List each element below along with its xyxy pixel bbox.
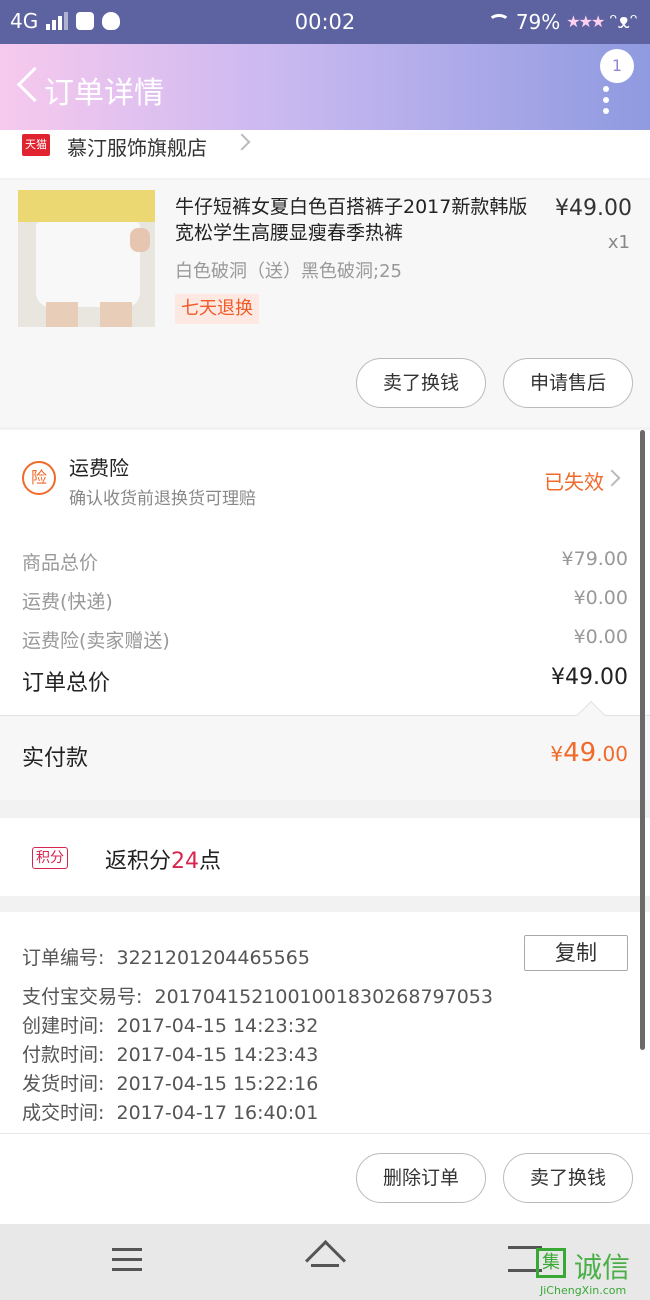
summary-row: 商品总价 ¥79.00: [22, 548, 628, 575]
product-title[interactable]: 牛仔短裤女夏白色百搭裤子2017新款韩版宽松学生高腰显瘦春季热裤: [175, 194, 535, 246]
info-label: 支付宝交易号:: [22, 986, 143, 1008]
paid-amount: ¥49.00: [550, 738, 628, 768]
summary-label: 运费(快递): [22, 591, 113, 613]
points-row: 积分 返积分24点: [0, 818, 650, 896]
return-policy-tag: 七天退换: [175, 294, 259, 324]
shipped-time-row: 发货时间: 2017-04-15 15:22:16: [22, 1069, 318, 1096]
status-bar: 4G 00:02 79% ★★★ ᵔᴥᵔ: [0, 0, 650, 44]
insurance-title: 运费险: [69, 456, 129, 480]
summary-value: ¥0.00: [573, 587, 628, 609]
sell-button[interactable]: 卖了换钱: [356, 358, 486, 408]
watermark-url: JiChengXin.com: [540, 1284, 627, 1297]
scrollbar[interactable]: [640, 430, 645, 1050]
divider: [0, 715, 650, 716]
product-price: ¥49.00: [555, 196, 632, 221]
summary-value: ¥0.00: [573, 626, 628, 648]
info-label: 成交时间:: [22, 1102, 105, 1124]
page-header: 订单详情: [0, 44, 650, 130]
summary-label: 运费险(卖家赠送): [22, 630, 170, 652]
sell-button[interactable]: 卖了换钱: [503, 1153, 633, 1203]
summary-row: 运费险(卖家赠送) ¥0.00: [22, 626, 628, 653]
order-total-label: 订单总价: [22, 671, 111, 696]
shop-name: 慕汀服饰旗舰店: [67, 136, 207, 160]
watermark: 集 诚信 JiChengXin.com: [536, 1248, 646, 1298]
after-sale-button[interactable]: 申请售后: [503, 358, 633, 408]
product-sku: 白色破洞（送）黑色破洞;25: [175, 261, 402, 282]
watermark-text: 诚信: [574, 1251, 631, 1284]
copy-button[interactable]: 复制: [524, 935, 628, 971]
more-menu-icon[interactable]: [603, 86, 609, 116]
shipping-insurance-row[interactable]: 险 运费险 确认收货前退换货可理赔 已失效: [0, 430, 650, 530]
insurance-icon: 险: [22, 461, 56, 495]
alipay-trade-row: 支付宝交易号: 2017041521001001830268797053: [22, 982, 493, 1009]
info-label: 发货时间:: [22, 1073, 105, 1095]
info-label: 订单编号:: [22, 947, 105, 969]
order-actions: 删除订单 卖了换钱: [0, 1134, 650, 1224]
points-text: 返积分24点: [105, 849, 222, 874]
wifi-icon: [487, 13, 510, 30]
paid-amount-row: 实付款 ¥49.00: [0, 716, 650, 800]
shop-row[interactable]: 天猫 慕汀服饰旗舰店: [0, 130, 650, 178]
delete-order-button[interactable]: 删除订单: [356, 1153, 486, 1203]
summary-value: ¥79.00: [561, 548, 628, 570]
bunny-icon: ᵔᴥᵔ: [609, 9, 638, 33]
insurance-subtitle: 确认收货前退换货可理赔: [69, 489, 256, 509]
product-card: 牛仔短裤女夏白色百搭裤子2017新款韩版宽松学生高腰显瘦春季热裤 ¥49.00 …: [0, 180, 650, 427]
info-label: 付款时间:: [22, 1044, 105, 1066]
order-info: 订单编号: 3221201204465565 复制 支付宝交易号: 201704…: [0, 912, 650, 1134]
message-badge[interactable]: 1: [600, 49, 634, 83]
product-quantity: x1: [607, 232, 630, 253]
order-total-value: ¥49.00: [551, 665, 628, 690]
order-number-row: 订单编号: 3221201204465565: [22, 943, 310, 970]
info-value: 2017041521001001830268797053: [154, 986, 493, 1008]
created-time-row: 创建时间: 2017-04-15 14:23:32: [22, 1011, 318, 1038]
home-icon[interactable]: [305, 1244, 345, 1274]
watermark-logo: 集: [536, 1248, 566, 1278]
menu-icon[interactable]: [112, 1248, 142, 1272]
product-image[interactable]: [18, 190, 155, 327]
order-number: 3221201204465565: [116, 947, 310, 969]
info-value: 2017-04-15 14:23:32: [116, 1015, 319, 1037]
info-label: 创建时间:: [22, 1015, 105, 1037]
battery-stars-icon: ★★★: [566, 12, 605, 31]
info-value: 2017-04-15 14:23:43: [116, 1044, 319, 1066]
price-summary: 商品总价 ¥79.00 运费(快递) ¥0.00 运费险(卖家赠送) ¥0.00…: [0, 530, 650, 716]
points-tag: 积分: [32, 847, 68, 869]
completed-time-row: 成交时间: 2017-04-17 16:40:01: [22, 1098, 318, 1125]
page-title: 订单详情: [44, 76, 164, 111]
insurance-status: 已失效: [544, 470, 604, 494]
info-value: 2017-04-15 15:22:16: [116, 1073, 319, 1095]
points-count: 24: [171, 849, 200, 874]
chevron-right-icon: [603, 469, 621, 487]
summary-row: 运费(快递) ¥0.00: [22, 587, 628, 614]
tmall-badge: 天猫: [22, 134, 50, 156]
back-icon[interactable]: [14, 66, 40, 106]
info-value: 2017-04-17 16:40:01: [116, 1102, 319, 1124]
paid-time-row: 付款时间: 2017-04-15 14:23:43: [22, 1040, 318, 1067]
paid-label: 实付款: [22, 746, 89, 771]
summary-label: 商品总价: [22, 552, 99, 574]
battery-level: 79%: [515, 9, 561, 34]
chevron-right-icon: [233, 133, 251, 151]
order-total-row: 订单总价 ¥49.00: [22, 665, 628, 697]
